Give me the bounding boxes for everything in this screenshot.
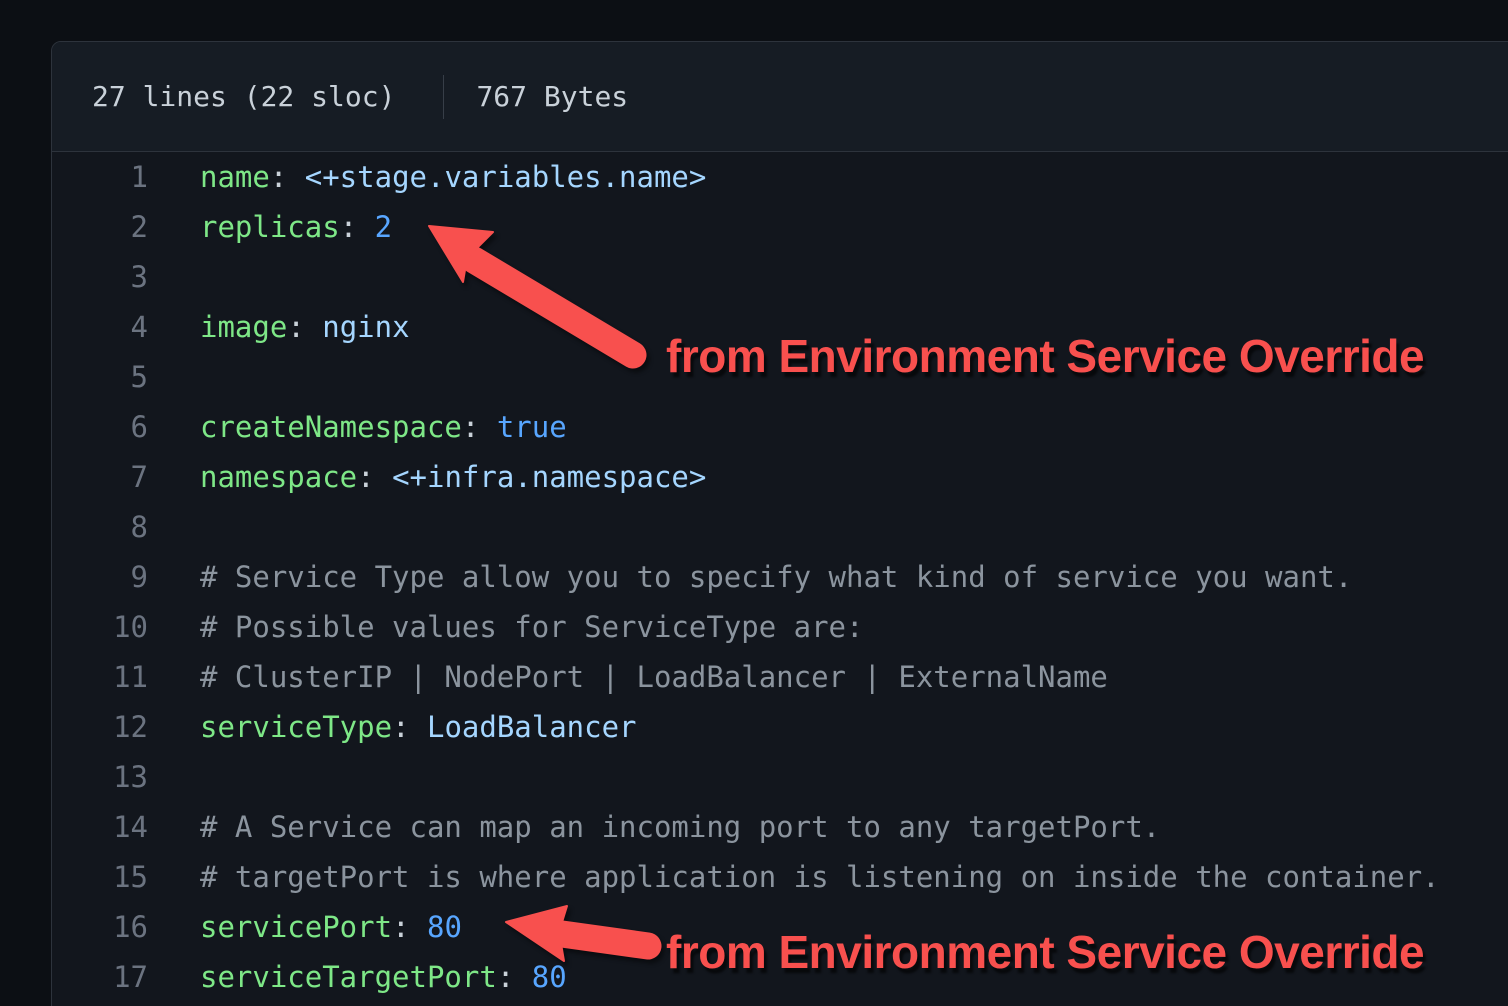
- code-token-key: serviceType: [200, 710, 392, 744]
- code-token-punc: :: [340, 210, 375, 244]
- code-area: 1name: <+stage.variables.name>2replicas:…: [52, 152, 1508, 1002]
- line-number[interactable]: 15: [52, 852, 148, 902]
- code-line: 14 # A Service can map an incoming port t…: [52, 802, 1508, 852]
- blob-header: 27 lines (22 sloc) 767 Bytes: [52, 42, 1508, 152]
- line-number[interactable]: 6: [52, 402, 148, 452]
- line-number[interactable]: 11: [52, 652, 148, 702]
- code-line-content: name: <+stage.variables.name>: [200, 152, 706, 202]
- code-line: 7 namespace: <+infra.namespace>: [52, 452, 1508, 502]
- line-number[interactable]: 10: [52, 602, 148, 652]
- code-line-content: servicePort: 80: [200, 902, 462, 952]
- code-line-content: # targetPort is where application is lis…: [200, 852, 1440, 902]
- code-token-const: true: [497, 410, 567, 444]
- line-number[interactable]: 14: [52, 802, 148, 852]
- file-size: 767 Bytes: [476, 80, 628, 113]
- code-token-key: serviceTargetPort: [200, 960, 497, 994]
- code-line: 11 # ClusterIP | NodePort | LoadBalancer …: [52, 652, 1508, 702]
- annotation-label-replicas: from Environment Service Override: [666, 329, 1424, 383]
- code-line-content: # Service Type allow you to specify what…: [200, 552, 1352, 602]
- code-line-content: # ClusterIP | NodePort | LoadBalancer | …: [200, 652, 1108, 702]
- code-token-const: 80: [532, 960, 567, 994]
- code-token-string: LoadBalancer: [427, 710, 637, 744]
- line-number[interactable]: 9: [52, 552, 148, 602]
- line-number[interactable]: 12: [52, 702, 148, 752]
- code-line-content: image: nginx: [200, 302, 410, 352]
- code-token-punc: :: [497, 960, 532, 994]
- code-line: 10 # Possible values for ServiceType are:: [52, 602, 1508, 652]
- line-number[interactable]: 3: [52, 252, 148, 302]
- code-line-content: serviceType: LoadBalancer: [200, 702, 637, 752]
- code-line: 3: [52, 252, 1508, 302]
- code-line: 12 serviceType: LoadBalancer: [52, 702, 1508, 752]
- line-number[interactable]: 5: [52, 352, 148, 402]
- line-number[interactable]: 16: [52, 902, 148, 952]
- code-token-comment: # A Service can map an incoming port to …: [200, 810, 1160, 844]
- page-background: 27 lines (22 sloc) 767 Bytes 1 name: <+st…: [0, 0, 1508, 1006]
- code-token-comment: # ClusterIP | NodePort | LoadBalancer | …: [200, 660, 1108, 694]
- annotation-label-serviceport: from Environment Service Override: [666, 925, 1424, 979]
- code-token-key: name: [200, 160, 270, 194]
- code-token-punc: :: [462, 410, 497, 444]
- code-token-punc: :: [392, 910, 427, 944]
- code-line: 1 name: <+stage.variables.name>: [52, 152, 1508, 202]
- code-token-string: <+infra.namespace>: [392, 460, 706, 494]
- line-number[interactable]: 7: [52, 452, 148, 502]
- line-number[interactable]: 4: [52, 302, 148, 352]
- code-line: 6 createNamespace: true: [52, 402, 1508, 452]
- code-token-key: servicePort: [200, 910, 392, 944]
- file-line-count: 27 lines (22 sloc): [92, 80, 395, 113]
- code-token-const: 2: [375, 210, 392, 244]
- code-token-key: image: [200, 310, 287, 344]
- code-line-content: # A Service can map an incoming port to …: [200, 802, 1160, 852]
- code-line-content: # Possible values for ServiceType are:: [200, 602, 863, 652]
- line-number[interactable]: 17: [52, 952, 148, 1002]
- line-number[interactable]: 2: [52, 202, 148, 252]
- code-token-comment: # targetPort is where application is lis…: [200, 860, 1440, 894]
- code-token-comment: # Possible values for ServiceType are:: [200, 610, 863, 644]
- line-number[interactable]: 13: [52, 752, 148, 802]
- code-token-punc: :: [357, 460, 392, 494]
- header-divider: [443, 75, 444, 119]
- line-number[interactable]: 1: [52, 152, 148, 202]
- code-line-content: serviceTargetPort: 80: [200, 952, 567, 1002]
- code-token-comment: # Service Type allow you to specify what…: [200, 560, 1352, 594]
- code-line-content: replicas: 2: [200, 202, 392, 252]
- file-blob-panel: 27 lines (22 sloc) 767 Bytes 1 name: <+st…: [51, 41, 1508, 1006]
- code-line: 9 # Service Type allow you to specify wha…: [52, 552, 1508, 602]
- code-token-key: createNamespace: [200, 410, 462, 444]
- code-line: 2replicas: 2: [52, 202, 1508, 252]
- code-token-key: replicas: [200, 210, 340, 244]
- code-line-content: namespace: <+infra.namespace>: [200, 452, 706, 502]
- code-line: 13: [52, 752, 1508, 802]
- code-token-punc: :: [392, 710, 427, 744]
- code-token-punc: :: [270, 160, 305, 194]
- code-token-string: <+stage.variables.name>: [305, 160, 707, 194]
- line-number[interactable]: 8: [52, 502, 148, 552]
- code-line-content: createNamespace: true: [200, 402, 567, 452]
- code-line: 8: [52, 502, 1508, 552]
- code-token-key: namespace: [200, 460, 357, 494]
- code-line: 15 # targetPort is where application is l…: [52, 852, 1508, 902]
- code-token-string: nginx: [322, 310, 409, 344]
- code-token-const: 80: [427, 910, 462, 944]
- code-token-punc: :: [287, 310, 322, 344]
